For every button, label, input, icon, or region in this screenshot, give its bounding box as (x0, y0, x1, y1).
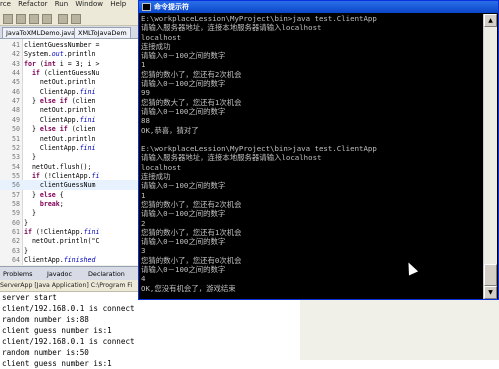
terminal-line: 您猜的数小了，您还有2次机会 (141, 199, 242, 209)
console-line: client/192.168.0.1 is connect (2, 337, 135, 346)
terminal-line: 请输入0－100之间的数字 (141, 237, 226, 247)
console-output[interactable]: server start client/192.168.0.1 is conne… (0, 292, 300, 368)
terminal-line: 请输入服务器地址，连接本地服务器请输入localhost (141, 153, 322, 163)
toolbar-search-icon[interactable] (58, 14, 68, 24)
terminal-line: 连接成功 (141, 172, 171, 182)
terminal-line: 您猜的数大了，您还有1次机会 (141, 97, 242, 107)
toolbar-new-icon[interactable] (3, 14, 13, 24)
menu-bar: rce Refactor Run Window Help (0, 0, 140, 11)
toolbar-save-icon[interactable] (16, 14, 26, 24)
terminal-line: 请输入0－100之间的数字 (141, 51, 226, 61)
tab-label: XMLToJavaDem (78, 29, 127, 37)
terminal-line: 1 (141, 60, 146, 70)
console-line: random number is:50 (2, 348, 89, 357)
terminal-output[interactable]: E:\workplaceLession\MyProject\bin>java t… (141, 14, 482, 299)
terminal-line: E:\workplaceLession\MyProject\bin>java t… (141, 144, 377, 154)
code-line: 64 ClientApp.finished (0, 255, 140, 265)
terminal-line: 1 (141, 190, 146, 200)
terminal-line: 99 (141, 88, 150, 98)
tab-xmltojava[interactable]: XMLToJavaDem (74, 27, 131, 38)
toolbar-run-icon[interactable] (42, 14, 52, 24)
menu-source[interactable]: rce (0, 0, 11, 8)
terminal-line: OK,恭喜，猜对了 (141, 125, 199, 135)
console-line: client guess number is:1 (2, 326, 112, 335)
code-editor[interactable]: 41 clientGuessNumber = 42 System.out.printl… (0, 39, 141, 265)
toolbar (0, 11, 140, 26)
terminal-line: 请输入0－100之间的数字 (141, 265, 226, 275)
terminal-line: 请输入0－100之间的数字 (141, 181, 226, 191)
menu-window[interactable]: Window (75, 0, 103, 8)
terminal-line: localhost (141, 162, 182, 172)
terminal-line: E:\workplaceLession\MyProject\bin>java t… (141, 14, 377, 23)
terminal-line: 4 (141, 274, 146, 284)
terminal-line: 请输入0－100之间的数字 (141, 79, 226, 89)
terminal-line: 您猜的数小了，您还有0次机会 (141, 255, 242, 265)
menu-help[interactable]: Help (110, 0, 126, 8)
tab-javatoxml[interactable]: JavaToXMLDemo.java (2, 27, 80, 38)
terminal-line: 请输入服务器地址，连接本地服务器请输入localhost (141, 23, 322, 33)
menu-run[interactable]: Run (55, 0, 68, 8)
terminal-line: OK,您没有机会了，游戏结束 (141, 283, 236, 293)
terminal-line: 请输入0－100之间的数字 (141, 106, 226, 116)
terminal-line: 您猜的数小了，您还有2次机会 (141, 69, 242, 79)
editor-tabs: JavaToXMLDemo.java XMLToJavaDem (0, 26, 140, 39)
cmd-icon (142, 3, 151, 11)
terminal-line: 88 (141, 116, 150, 126)
tab-declaration[interactable]: Declaration (88, 269, 125, 279)
console-line: random number is:88 (2, 315, 89, 324)
toolbar-debug-icon[interactable] (29, 14, 39, 24)
toolbar-open-type-icon[interactable] (71, 14, 81, 24)
cmd-title-bar[interactable]: 命令提示符 (139, 1, 498, 13)
menu-refactor[interactable]: Refactor (18, 0, 47, 8)
scroll-up-icon[interactable]: ▲ (484, 14, 497, 27)
vertical-scrollbar[interactable]: ▲ ▼ (483, 14, 497, 299)
code-text: ClientApp.finished (24, 256, 96, 265)
tab-label: JavaToXMLDemo.java (6, 29, 76, 37)
terminal-line: 您猜的数小了，您还有1次机会 (141, 227, 242, 237)
line-number: 64 (12, 256, 20, 265)
terminal-line: 2 (141, 218, 146, 228)
console-line: client/192.168.0.1 is connect (2, 304, 135, 313)
console-header: ServerApp [Java Application] C:\Program … (0, 280, 140, 292)
terminal-line: 请输入0－100之间的数字 (141, 209, 226, 219)
terminal-line: 3 (141, 246, 146, 256)
cmd-window[interactable]: 命令提示符 E:\workplaceLession\MyProject\bin>… (138, 0, 499, 300)
terminal-line: localhost (141, 32, 182, 42)
scroll-down-icon[interactable]: ▼ (484, 286, 497, 299)
terminal-line: 连接成功 (141, 41, 171, 51)
tab-javadoc[interactable]: Javadoc (47, 269, 72, 279)
scrollbar-thumb[interactable] (484, 264, 497, 286)
tab-problems[interactable]: Problems (3, 269, 32, 279)
bottom-view-tabs: Problems Javadoc Declaration (0, 266, 140, 280)
cmd-title: 命令提示符 (154, 3, 189, 11)
